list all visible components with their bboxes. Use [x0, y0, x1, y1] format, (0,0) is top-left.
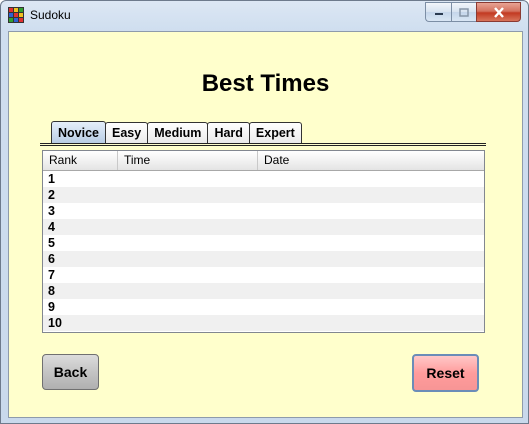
table-row[interactable]: 8: [43, 283, 484, 299]
client-area: Best Times Novice Easy Medium Hard Exper…: [8, 31, 523, 418]
maximize-icon: [459, 7, 469, 17]
back-button[interactable]: Back: [42, 354, 99, 390]
table-row[interactable]: 9: [43, 299, 484, 315]
table-row[interactable]: 4: [43, 219, 484, 235]
tab-expert[interactable]: Expert: [248, 122, 302, 143]
table-rows: 1 2 3 4 5 6 7 8 9 10: [43, 171, 484, 331]
page-title: Best Times: [201, 70, 330, 97]
table-row[interactable]: 3: [43, 203, 484, 219]
table-header: Rank Time Date: [43, 151, 484, 171]
tab-medium[interactable]: Medium: [147, 122, 209, 143]
tab-hard[interactable]: Hard: [207, 122, 250, 143]
tab-easy[interactable]: Easy: [105, 122, 149, 143]
tab-divider: [40, 143, 486, 144]
close-button[interactable]: [476, 2, 521, 22]
reset-button[interactable]: Reset: [412, 354, 479, 392]
minimize-icon: [434, 13, 443, 15]
column-header-rank[interactable]: Rank: [43, 151, 118, 170]
table-row[interactable]: 6: [43, 251, 484, 267]
sudoku-app-icon: [8, 7, 24, 23]
table-row[interactable]: 2: [43, 187, 484, 203]
title-bar[interactable]: Sudoku: [1, 1, 528, 31]
maximize-button[interactable]: [451, 2, 476, 22]
difficulty-tabs: Novice Easy Medium Hard Expert: [51, 121, 302, 143]
column-header-date[interactable]: Date: [258, 151, 484, 170]
table-row[interactable]: 5: [43, 235, 484, 251]
tab-novice[interactable]: Novice: [51, 121, 106, 143]
best-times-table[interactable]: Rank Time Date 1 2 3 4 5 6 7 8 9 10: [42, 150, 485, 333]
table-row[interactable]: 1: [43, 171, 484, 187]
column-header-time[interactable]: Time: [118, 151, 258, 170]
tab-divider: [40, 145, 486, 146]
window-controls: [425, 2, 521, 22]
close-icon: [493, 6, 504, 18]
minimize-button[interactable]: [425, 2, 451, 22]
sudoku-window: Sudoku Best Times Novice Easy Medium Har…: [0, 0, 529, 424]
window-title: Sudoku: [30, 8, 71, 22]
table-row[interactable]: 10: [43, 315, 484, 331]
table-row[interactable]: 7: [43, 267, 484, 283]
